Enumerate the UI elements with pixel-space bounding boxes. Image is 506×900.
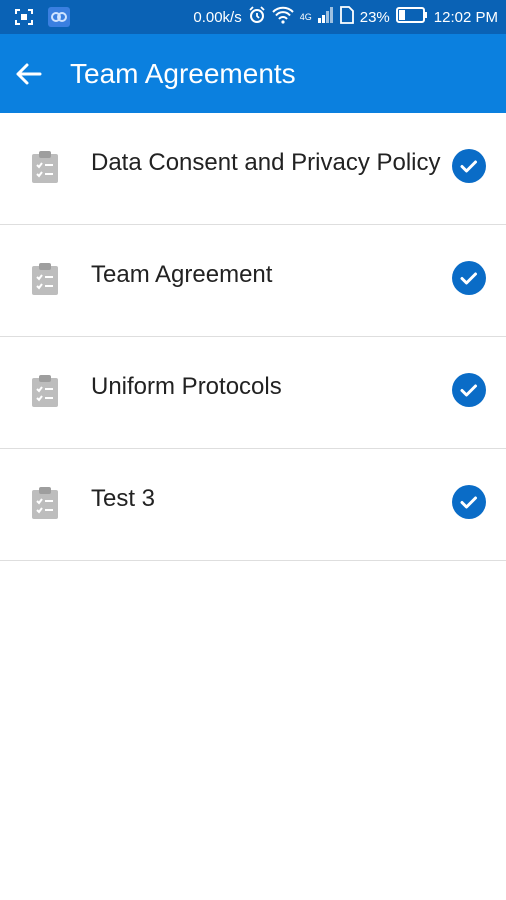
app-notification-icon <box>48 7 70 32</box>
arrow-left-icon <box>16 63 42 85</box>
battery-icon <box>395 7 428 27</box>
clock: 12:02 PM <box>433 8 498 26</box>
sim-icon <box>339 6 354 28</box>
check-circle-icon <box>452 373 486 407</box>
network-type: 4G <box>299 12 312 22</box>
page-title: Team Agreements <box>70 58 296 89</box>
check-circle-icon <box>452 485 486 519</box>
back-button[interactable] <box>10 56 46 92</box>
clipboard-icon <box>32 151 58 183</box>
app-bar: Team Agreements <box>0 34 506 113</box>
agreement-label: Data Consent and Privacy Policy <box>91 149 441 176</box>
agreements-list: Data Consent and Privacy Policy Team Agr… <box>0 113 506 561</box>
clipboard-icon <box>32 375 58 407</box>
agreement-label: Test 3 <box>91 485 156 512</box>
agreement-item-data-consent[interactable]: Data Consent and Privacy Policy <box>0 113 506 225</box>
status-bar: 0.00k/s 4G 23% 12:02 PM <box>0 0 506 34</box>
battery-percent: 23% <box>359 8 390 26</box>
agreement-label: Uniform Protocols <box>91 373 282 400</box>
signal-icon <box>317 7 334 27</box>
agreement-item-uniform-protocols[interactable]: Uniform Protocols <box>0 337 506 449</box>
network-speed: 0.00k/s <box>193 8 242 26</box>
agreement-item-test-3[interactable]: Test 3 <box>0 449 506 561</box>
agreement-label: Team Agreement <box>91 261 273 288</box>
check-circle-icon <box>452 149 486 183</box>
alarm-icon <box>248 6 266 28</box>
screenshot-icon <box>14 8 34 31</box>
clipboard-icon <box>32 263 58 295</box>
clipboard-icon <box>32 487 58 519</box>
wifi-icon <box>272 6 294 28</box>
agreement-item-team-agreement[interactable]: Team Agreement <box>0 225 506 337</box>
check-circle-icon <box>452 261 486 295</box>
